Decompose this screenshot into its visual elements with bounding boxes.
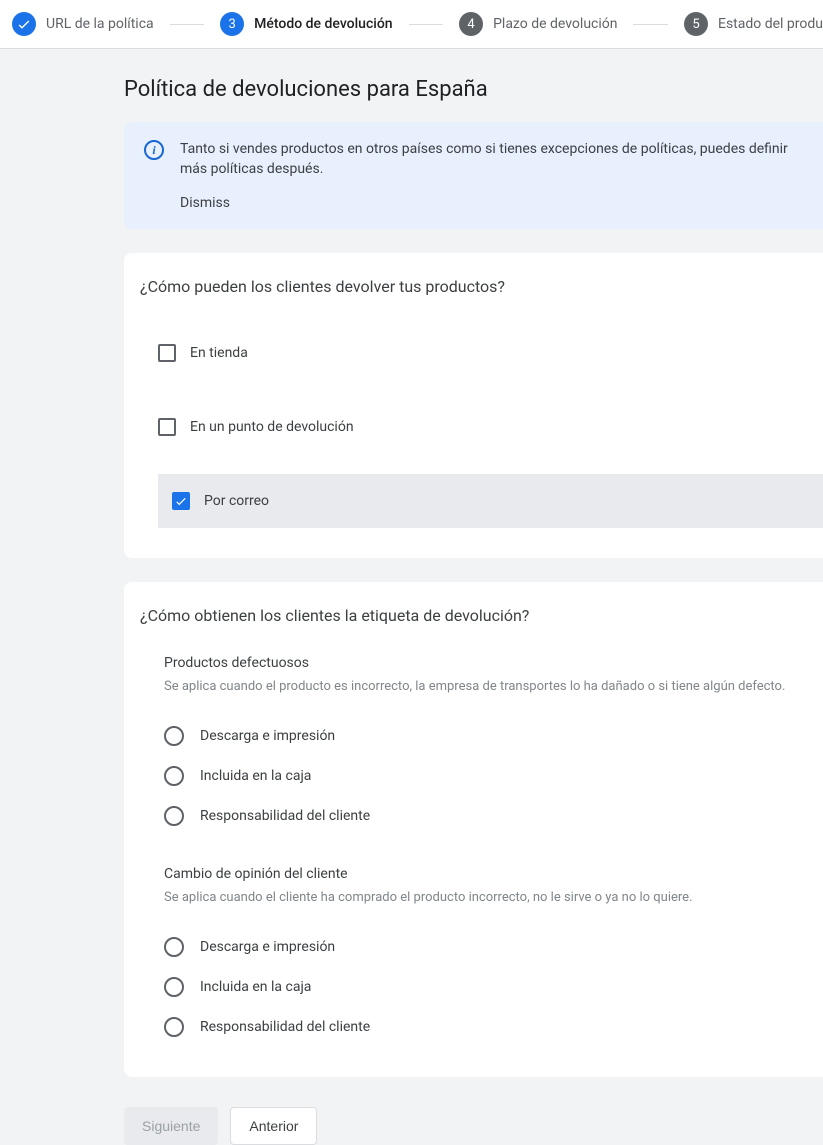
step-separator — [170, 24, 205, 25]
radio-label: Responsabilidad del cliente — [200, 1019, 370, 1035]
radio-remorse-customer[interactable]: Responsabilidad del cliente — [164, 1007, 823, 1047]
checkbox-label: En tienda — [190, 345, 248, 361]
checkbox-by-mail[interactable]: Por correo — [158, 474, 823, 528]
radio-label: Responsabilidad del cliente — [200, 808, 370, 824]
checkbox-icon — [158, 418, 176, 436]
checkbox-icon — [158, 344, 176, 362]
radio-icon — [164, 726, 184, 746]
step-method[interactable]: 3 Método de devolución — [220, 12, 392, 36]
step-label: URL de la política — [46, 16, 154, 32]
return-method-card: ¿Cómo pueden los clientes devolver tus p… — [124, 253, 823, 558]
radio-icon — [164, 806, 184, 826]
card-title: ¿Cómo pueden los clientes devolver tus p… — [124, 277, 823, 326]
step-window[interactable]: 4 Plazo de devolución — [459, 12, 617, 36]
step-label: Estado del produ — [718, 16, 823, 32]
step-number-icon: 4 — [459, 12, 483, 36]
check-icon — [12, 12, 36, 36]
checkbox-in-store[interactable]: En tienda — [124, 326, 823, 380]
radio-icon — [164, 1017, 184, 1037]
step-url[interactable]: URL de la política — [12, 12, 154, 36]
radio-remorse-download[interactable]: Descarga e impresión — [164, 927, 823, 967]
section-description: Se aplica cuando el producto es incorrec… — [164, 679, 823, 694]
dismiss-link[interactable]: Dismiss — [180, 195, 799, 211]
checkbox-checked-icon — [172, 492, 190, 510]
step-number-icon: 3 — [220, 12, 244, 36]
checkbox-label: En un punto de devolución — [190, 419, 354, 435]
radio-defective-in-box[interactable]: Incluida en la caja — [164, 756, 823, 796]
step-separator — [409, 24, 444, 25]
radio-icon — [164, 977, 184, 997]
radio-label: Incluida en la caja — [200, 768, 311, 784]
radio-label: Incluida en la caja — [200, 979, 311, 995]
remorse-section: Cambio de opinión del cliente Se aplica … — [124, 866, 823, 1047]
button-row: Siguiente Anterior — [124, 1107, 823, 1145]
radio-icon — [164, 937, 184, 957]
info-text: Tanto si vendes productos en otros paíse… — [180, 140, 799, 179]
stepper: URL de la política 3 Método de devolució… — [0, 0, 823, 49]
return-label-card: ¿Cómo obtienen los clientes la etiqueta … — [124, 582, 823, 1077]
step-label: Plazo de devolución — [493, 16, 617, 32]
info-banner: i Tanto si vendes productos en otros paí… — [124, 122, 823, 229]
section-heading: Productos defectuosos — [164, 655, 823, 671]
checkbox-label: Por correo — [204, 493, 269, 509]
step-label: Método de devolución — [254, 16, 392, 32]
next-button[interactable]: Siguiente — [124, 1107, 218, 1145]
prev-button[interactable]: Anterior — [230, 1107, 317, 1145]
info-icon: i — [144, 140, 164, 160]
defective-section: Productos defectuosos Se aplica cuando e… — [124, 655, 823, 836]
radio-defective-download[interactable]: Descarga e impresión — [164, 716, 823, 756]
radio-label: Descarga e impresión — [200, 939, 335, 955]
section-description: Se aplica cuando el cliente ha comprado … — [164, 890, 823, 905]
radio-defective-customer[interactable]: Responsabilidad del cliente — [164, 796, 823, 836]
step-number-icon: 5 — [684, 12, 708, 36]
radio-icon — [164, 766, 184, 786]
section-heading: Cambio de opinión del cliente — [164, 866, 823, 882]
radio-remorse-in-box[interactable]: Incluida en la caja — [164, 967, 823, 1007]
step-status[interactable]: 5 Estado del produ — [684, 12, 823, 36]
step-separator — [633, 24, 668, 25]
page-title: Política de devoluciones para España — [124, 77, 823, 102]
radio-label: Descarga e impresión — [200, 728, 335, 744]
checkbox-drop-off[interactable]: En un punto de devolución — [124, 400, 823, 454]
card-title: ¿Cómo obtienen los clientes la etiqueta … — [124, 606, 823, 655]
